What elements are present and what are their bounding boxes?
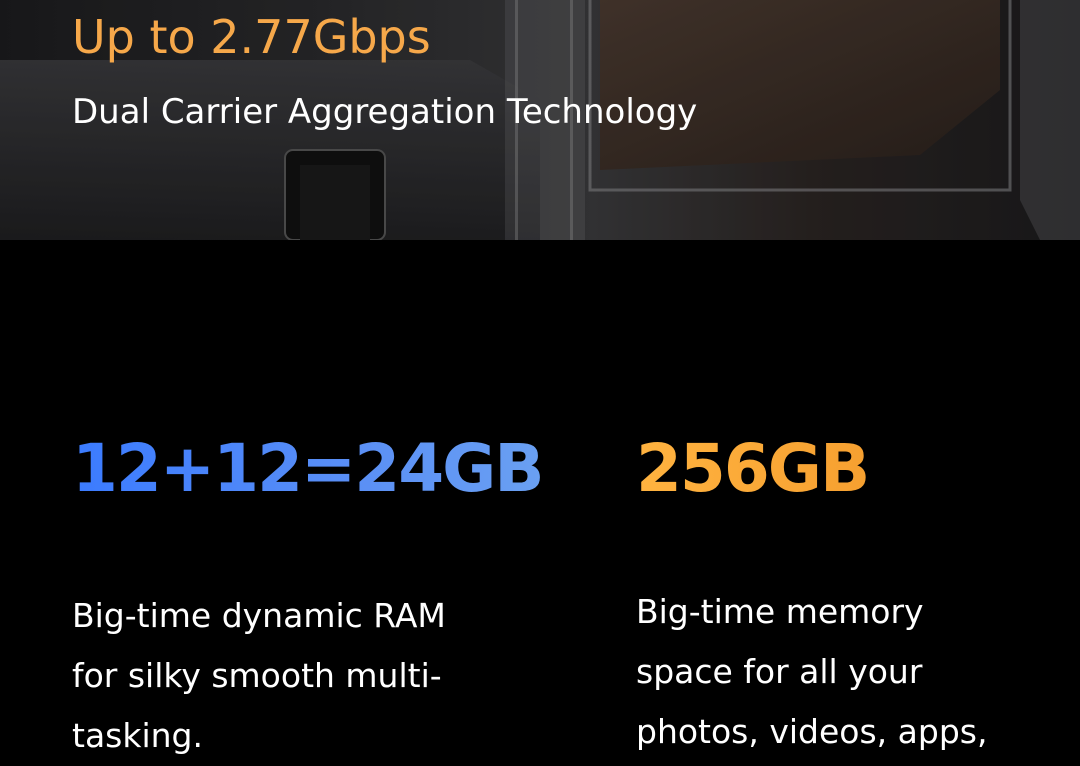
hero-banner: Up to 2.77Gbps Dual Carrier Aggregation … [0,0,1080,240]
ram-spec-description: Big-time dynamic RAM for silky smooth mu… [72,596,446,755]
speed-headline: Up to 2.77Gbps [72,10,431,64]
ram-spec-value: 12+12=24GB [72,430,545,507]
storage-spec-value: 256GB [636,430,870,507]
storage-spec-description: Big-time memory space for all your photo… [636,592,988,751]
carrier-aggregation-caption: Dual Carrier Aggregation Technology [72,92,698,132]
